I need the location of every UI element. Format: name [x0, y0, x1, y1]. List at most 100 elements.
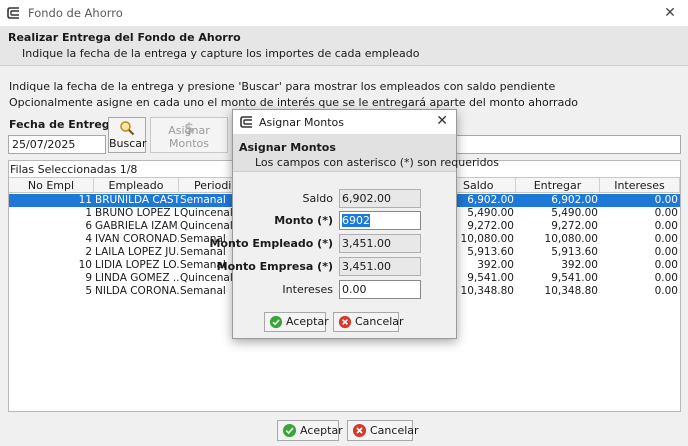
cell-empleado: IVAN CORONAD... [95, 233, 179, 245]
cell-no-empl: 6 [85, 220, 92, 232]
asignar-montos-button[interactable]: $ Asignar Montos [150, 117, 228, 153]
cell-entregar: 10,080.00 [544, 233, 598, 245]
column-header-periodicidad[interactable]: Periodicidad [179, 178, 237, 193]
cell-periodicidad: Semanal [180, 285, 226, 297]
check-circle-icon [282, 423, 297, 438]
cell-empleado: LIDIA LOPEZ LO... [95, 259, 179, 271]
x-circle-icon [352, 423, 367, 438]
column-header-empleado[interactable]: Empleado [94, 178, 179, 193]
dialog-header-subtitle: Los campos con asterisco (*) son requeri… [255, 156, 500, 169]
app-logo-icon [7, 7, 19, 19]
dialog-cancelar-button[interactable]: Cancelar [333, 312, 404, 332]
cell-intereses: 0.00 [654, 259, 678, 271]
cell-intereses: 0.00 [654, 285, 678, 297]
page-subtitle: Indique la fecha de la entrega y capture… [22, 47, 420, 60]
monto-field[interactable]: 6902 [339, 211, 421, 230]
cell-intereses: 0.00 [654, 220, 678, 232]
cell-empleado: GABRIELA IZAM... [95, 220, 179, 232]
cancelar-button[interactable]: Cancelar [347, 420, 419, 441]
cell-saldo: 9,541.00 [467, 272, 514, 284]
asignar-montos-dialog: Asignar Montos ✕ Asignar Montos Los camp… [209, 109, 499, 339]
instruction-line-2: Opcionalmente asigne en cada uno el mont… [9, 96, 579, 109]
buscar-button[interactable]: Buscar [108, 117, 147, 153]
saldo-field: 6,902.00 [339, 189, 421, 208]
monto-value: 6902 [342, 214, 370, 227]
intereses-field[interactable]: 0.00 [339, 280, 421, 299]
cell-empleado: NILDA CORONA... [95, 285, 179, 297]
cell-intereses: 0.00 [654, 207, 678, 219]
intereses-label: Intereses [282, 283, 333, 296]
instruction-line-1: Indique la fecha de la entrega y presion… [9, 80, 556, 93]
dialog-cancelar-label: Cancelar [355, 315, 404, 328]
check-circle-icon [269, 315, 283, 329]
cell-empleado: LAILA LOPEZ JU... [95, 246, 179, 258]
column-header-intereses[interactable]: Intereses [600, 178, 680, 193]
cell-periodicidad: Quincenal [180, 207, 233, 219]
cell-no-empl: 9 [85, 272, 92, 284]
buscar-label: Buscar [109, 137, 147, 150]
cell-saldo: 5,490.00 [467, 207, 514, 219]
cell-empleado: LINDA GOMEZ ... [95, 272, 179, 284]
dialog-header: Asignar Montos Los campos con asterisco … [233, 134, 499, 172]
cell-saldo: 9,272.00 [467, 220, 514, 232]
dialog-titlebar: Asignar Montos ✕ [233, 110, 456, 134]
dialog-title: Asignar Montos [259, 116, 344, 129]
cell-empleado: BRUNILDA CAST... [95, 194, 179, 206]
column-header-entregar[interactable]: Entregar [516, 178, 600, 193]
cell-intereses: 0.00 [654, 194, 678, 206]
cell-no-empl: 5 [85, 285, 92, 297]
cell-periodicidad: Semanal [180, 194, 226, 206]
cell-entregar: 9,541.00 [551, 272, 598, 284]
column-header-no-empl[interactable]: No Empl [9, 178, 94, 193]
dialog-aceptar-button[interactable]: Aceptar [264, 312, 329, 332]
monto-empleado-field: 3,451.00 [339, 234, 421, 253]
monto-label: Monto (*) [274, 214, 333, 227]
cell-empleado: BRUNO LOPEZ L... [95, 207, 179, 219]
cell-saldo: 6,902.00 [467, 194, 514, 206]
cell-no-empl: 1 [85, 207, 92, 219]
window-titlebar: Fondo de Ahorro ✕ [0, 0, 688, 26]
cell-no-empl: 11 [78, 194, 92, 206]
cell-intereses: 0.00 [654, 246, 678, 258]
dialog-close-button[interactable]: ✕ [436, 113, 448, 129]
cell-entregar: 5,913.60 [551, 246, 598, 258]
cell-saldo: 10,348.80 [460, 285, 514, 297]
x-circle-icon [338, 315, 352, 329]
fecha-label: Fecha de Entrega [9, 118, 118, 131]
cell-periodicidad: Quincenal [180, 220, 233, 232]
saldo-label: Saldo [302, 192, 334, 205]
window-title: Fondo de Ahorro [28, 6, 123, 20]
aceptar-label: Aceptar [300, 424, 343, 437]
cell-no-empl: 10 [78, 259, 92, 271]
window-close-button[interactable]: ✕ [652, 0, 688, 26]
cell-periodicidad: Quincenal [180, 272, 233, 284]
dialog-aceptar-label: Aceptar [286, 315, 329, 328]
page-header: Realizar Entrega del Fondo de Ahorro Ind… [0, 26, 688, 66]
filter-input[interactable] [454, 135, 681, 154]
monto-empresa-label: Monto Empresa (*) [216, 260, 333, 273]
cell-entregar: 9,272.00 [551, 220, 598, 232]
cell-no-empl: 4 [85, 233, 92, 245]
app-logo-icon [240, 116, 252, 128]
cell-entregar: 10,348.80 [544, 285, 598, 297]
monto-empresa-field: 3,451.00 [339, 257, 421, 276]
dialog-header-title: Asignar Montos [239, 141, 336, 154]
monto-empleado-label: Monto Empleado (*) [209, 237, 333, 250]
fecha-input[interactable]: 25/07/2025 [8, 135, 106, 154]
cell-intereses: 0.00 [654, 272, 678, 284]
magnifier-icon [120, 121, 135, 136]
cell-no-empl: 2 [85, 246, 92, 258]
aceptar-button[interactable]: Aceptar [277, 420, 343, 441]
cell-entregar: 6,902.00 [551, 194, 598, 206]
cell-saldo: 5,913.60 [467, 246, 514, 258]
cell-entregar: 5,490.00 [551, 207, 598, 219]
cell-intereses: 0.00 [654, 233, 678, 245]
asignar-montos-label: Asignar Montos [168, 124, 210, 150]
selected-rows-label: Filas Seleccionadas 1/8 [10, 163, 138, 176]
cancelar-label: Cancelar [370, 424, 419, 437]
column-header-saldo[interactable]: Saldo [457, 178, 516, 193]
cell-saldo: 392.00 [477, 259, 514, 271]
page-title: Realizar Entrega del Fondo de Ahorro [8, 31, 241, 44]
cell-saldo: 10,080.00 [460, 233, 514, 245]
cell-entregar: 392.00 [561, 259, 598, 271]
